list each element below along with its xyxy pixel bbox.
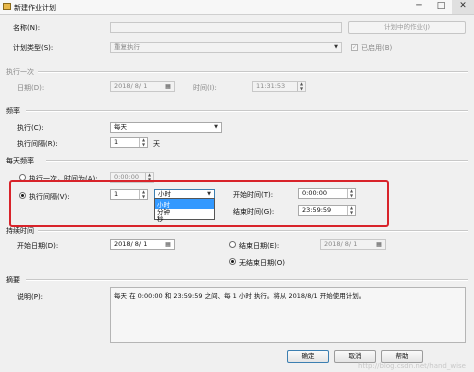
once-time-input[interactable]: 11:31:53 ▲ ▼: [252, 81, 306, 92]
highlight-box: [9, 180, 389, 227]
ok-button[interactable]: 确定: [287, 350, 329, 363]
start-date-label: 开始日期(D):: [17, 242, 59, 250]
jobs-in-schedule-button[interactable]: 计划中的作业(J): [348, 21, 466, 34]
start-date-input[interactable]: 2018/ 8/ 1 ▦: [110, 239, 175, 250]
calendar-icon[interactable]: ▦: [164, 83, 172, 90]
close-button[interactable]: ✕: [452, 0, 474, 14]
recur-value: 1: [114, 138, 119, 146]
divider: [46, 160, 468, 162]
summary-section-title: 摘要: [6, 276, 20, 284]
maximize-button[interactable]: □: [430, 0, 452, 14]
schedule-type-value: 重复执行: [114, 43, 140, 51]
end-date-radio[interactable]: [229, 241, 236, 248]
schedule-type-label: 计划类型(S):: [13, 44, 54, 52]
chevron-down-icon: ▼: [334, 44, 338, 50]
name-label: 名称(N):: [13, 24, 41, 32]
end-date-value: 2018/ 8/ 1: [324, 240, 358, 248]
window-title: 新建作业计划: [14, 4, 56, 12]
end-date-label: 结束日期(E):: [239, 242, 280, 250]
daily-section-title: 每天频率: [6, 157, 34, 165]
occurs-value: 每天: [114, 123, 127, 131]
once-section-title: 执行一次: [6, 68, 34, 76]
frequency-section-title: 频率: [6, 107, 20, 115]
no-end-date-radio[interactable]: [229, 258, 236, 265]
occurs-select[interactable]: 每天 ▼: [110, 122, 222, 133]
no-end-date-label: 无结束日期(O): [239, 259, 285, 267]
name-input[interactable]: [110, 22, 342, 33]
divider: [38, 230, 468, 232]
minimize-button[interactable]: ─: [408, 0, 430, 14]
calendar-icon[interactable]: ▦: [164, 241, 172, 248]
divider: [26, 279, 468, 281]
spin-arrows-icon[interactable]: ▲ ▼: [139, 138, 147, 147]
once-time-label: 时间(I):: [193, 84, 217, 92]
divider: [26, 110, 468, 112]
recur-unit: 天: [153, 140, 160, 148]
end-date-input[interactable]: 2018/ 8/ 1 ▦: [320, 239, 386, 250]
calendar-app-icon: [3, 3, 11, 10]
once-time-value: 11:31:53: [256, 82, 286, 90]
spin-arrows-icon[interactable]: ▲ ▼: [297, 82, 305, 91]
occurs-label: 执行(C):: [17, 124, 44, 132]
duration-section-title: 持续时间: [6, 227, 34, 235]
divider: [38, 71, 468, 73]
title-bar: [0, 0, 474, 15]
chevron-down-icon: ▼: [214, 124, 218, 130]
once-date-value: 2018/ 8/ 1: [114, 82, 148, 90]
schedule-type-select[interactable]: 重复执行 ▼: [110, 42, 342, 53]
description-textarea[interactable]: 每天 在 0:00:00 和 23:59:59 之间、每 1 小时 执行。将从 …: [110, 287, 466, 343]
once-date-label: 日期(D):: [17, 84, 45, 92]
start-date-value: 2018/ 8/ 1: [114, 240, 148, 248]
calendar-icon[interactable]: ▦: [375, 241, 383, 248]
description-label: 说明(P):: [17, 293, 44, 301]
enabled-checkbox[interactable]: ✓: [351, 44, 358, 51]
enabled-label: 已启用(B): [361, 44, 393, 52]
watermark: http://blog.csdn.net/hand_wise: [358, 362, 466, 370]
recur-label: 执行间隔(R):: [17, 140, 58, 148]
once-date-input[interactable]: 2018/ 8/ 1 ▦: [110, 81, 175, 92]
recur-input[interactable]: 1 ▲ ▼: [110, 137, 148, 148]
